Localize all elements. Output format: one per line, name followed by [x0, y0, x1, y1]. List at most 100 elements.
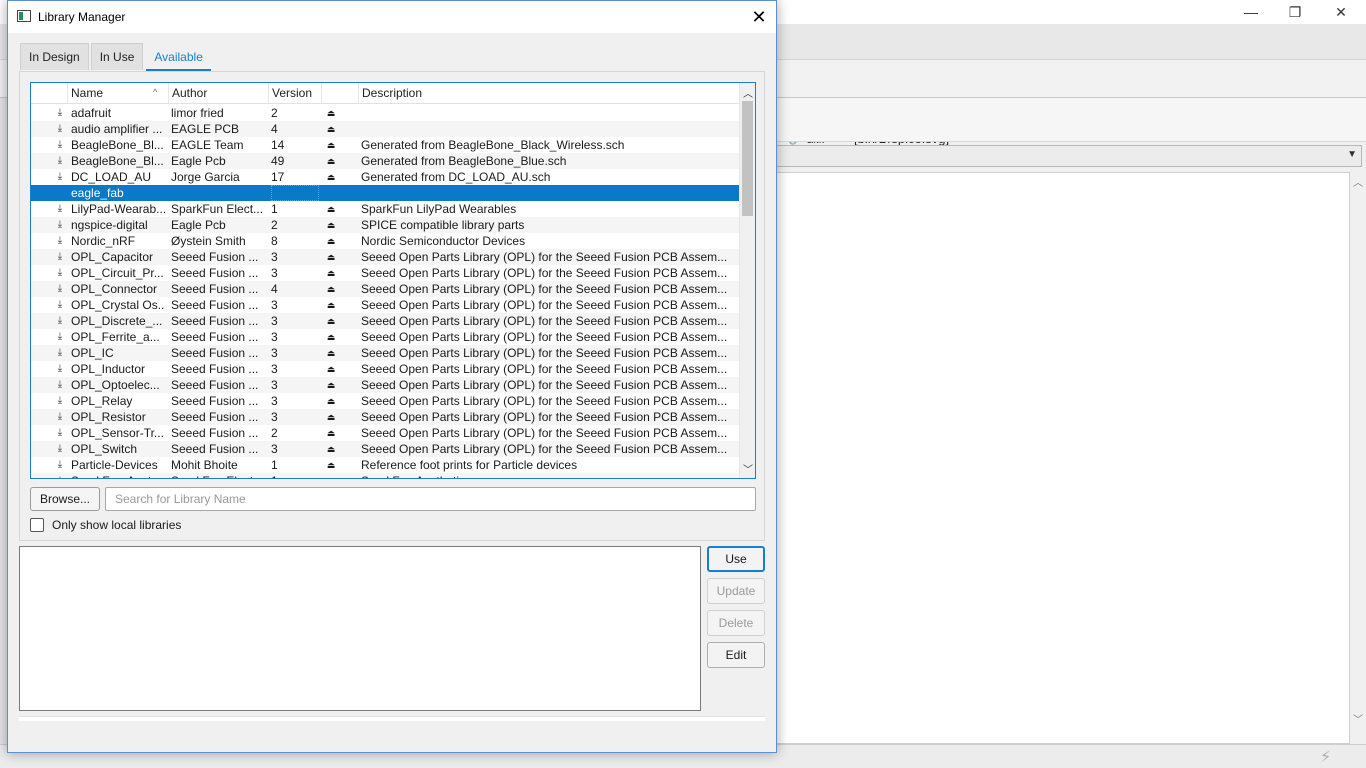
only-local-checkbox[interactable] — [30, 518, 44, 532]
table-row[interactable]: ⤓ ngspice-digital Eagle Pcb 2 ⏏ SPICE compati… — [31, 217, 739, 233]
table-row[interactable]: ⤓ LilyPad-Wearab... SparkFun Elect... 1 ⏏ Spa… — [31, 201, 739, 217]
search-input[interactable] — [105, 487, 756, 511]
scrollbar-thumb[interactable] — [742, 101, 753, 216]
main-vertical-scrollbar[interactable]: ︿ ﹀ — [1350, 172, 1366, 744]
cell-description: SparkFun LilyPad Wearables — [361, 202, 517, 216]
table-row[interactable]: ⤓ OPL_Crystal Os... Seeed Fusion ... 3 ⏏ Seee… — [31, 297, 739, 313]
table-row[interactable]: ⤓ OPL_Inductor Seeed Fusion ... 3 ⏏ Seeed Ope… — [31, 361, 739, 377]
cell-author: Eagle Pcb — [171, 218, 226, 232]
browse-button[interactable]: Browse... — [30, 487, 100, 511]
cell-name: OPL_Switch — [71, 442, 138, 456]
table-row[interactable]: ⤓ BeagleBone_Bl... EAGLE Team 14 ⏏ Generated … — [31, 137, 739, 153]
cell-author: SparkFun Elect... — [171, 473, 266, 478]
column-header-author[interactable]: Author — [168, 83, 268, 104]
table-row[interactable]: ⤓ OPL_Resistor Seeed Fusion ... 3 ⏏ Seeed Ope… — [31, 409, 739, 425]
scroll-up-icon[interactable]: ︿ — [743, 85, 753, 100]
table-row[interactable]: ⤓ OPL_Sensor-Tr... Seeed Fusion ... 2 ⏏ Seeed… — [31, 425, 739, 441]
lightning-icon[interactable]: ⚡ — [1320, 747, 1331, 767]
cell-description: Nordic Semiconductor Devices — [361, 234, 526, 248]
tab-in-design[interactable]: In Design — [20, 43, 89, 70]
sort-ascending-icon: ^ — [153, 87, 158, 97]
scroll-up-icon[interactable]: ︿ — [1353, 174, 1363, 189]
cell-author: Mohit Bhoite — [171, 458, 238, 472]
library-status-icon: ⏏ — [326, 252, 336, 262]
cell-version: 4 — [271, 282, 278, 296]
table-row[interactable]: ⤓ DC_LOAD_AU Jorge Garcia 17 ⏏ Generated from… — [31, 169, 739, 185]
table-row[interactable]: ⤓ OPL_Ferrite_a... Seeed Fusion ... 3 ⏏ Seeed… — [31, 329, 739, 345]
table-row[interactable]: ⤓ OPL_IC Seeed Fusion ... 3 ⏏ Seeed Open Part… — [31, 345, 739, 361]
table-header: Name ^ Author Version Description — [31, 83, 739, 104]
edit-button[interactable]: Edit — [707, 642, 765, 668]
download-icon: ⤓ — [57, 379, 63, 390]
column-header-name[interactable]: Name ^ — [67, 83, 168, 104]
library-description-area[interactable] — [19, 546, 701, 711]
download-icon: ⤓ — [57, 171, 63, 182]
cell-description — [361, 185, 731, 201]
update-button[interactable]: Update — [707, 578, 765, 604]
table-row[interactable]: ⤓ audio amplifier ... EAGLE PCB 4 ⏏ — [31, 121, 739, 137]
tab-available[interactable]: Available — [145, 43, 212, 71]
restore-icon[interactable]: ❐ — [1272, 0, 1318, 24]
cell-author: Jorge Garcia — [171, 170, 240, 184]
download-icon: ⤓ — [57, 123, 63, 134]
delete-button[interactable]: Delete — [707, 610, 765, 636]
close-icon[interactable]: ✕ — [1318, 0, 1364, 24]
cell-version: 3 — [271, 362, 278, 376]
cell-author: Seeed Fusion ... — [171, 298, 259, 312]
download-icon: ⤓ — [57, 235, 63, 246]
cell-description: Seeed Open Parts Library (OPL) for the S… — [361, 346, 728, 360]
column-header-download[interactable] — [31, 83, 67, 104]
cell-author: Seeed Fusion ... — [171, 378, 259, 392]
cell-name: OPL_Inductor — [71, 362, 146, 376]
close-icon[interactable]: ✕ — [742, 1, 776, 33]
table-row[interactable]: ⤓ adafruit limor fried 2 ⏏ — [31, 105, 739, 121]
cell-author: Seeed Fusion ... — [171, 314, 259, 328]
column-name-label: Name — [71, 86, 104, 100]
table-row[interactable]: eagle_fab — [31, 185, 739, 201]
use-button[interactable]: Use — [707, 546, 765, 572]
cell-author: Øystein Smith — [171, 234, 246, 248]
scroll-down-icon[interactable]: ﹀ — [743, 461, 753, 476]
table-row[interactable]: ⤓ SparkFun-Aest... SparkFun Elect... 1 ⏏ Spar… — [31, 473, 739, 478]
table-row[interactable]: ⤓ OPL_Relay Seeed Fusion ... 3 ⏏ Seeed Open P… — [31, 393, 739, 409]
table-row[interactable]: ⤓ OPL_Switch Seeed Fusion ... 3 ⏏ Seeed Open … — [31, 441, 739, 457]
table-row[interactable]: ⤓ Particle-Devices Mohit Bhoite 1 ⏏ Reference… — [31, 457, 739, 473]
library-table[interactable]: Name ^ Author Version Description ⤓ adafr… — [30, 82, 756, 479]
minimize-icon[interactable]: — — [1228, 0, 1274, 24]
cell-author: Seeed Fusion ... — [171, 362, 259, 376]
column-header-description[interactable]: Description — [358, 83, 739, 104]
main-canvas[interactable] — [776, 172, 1350, 744]
library-status-icon: ⏏ — [326, 284, 336, 294]
table-row[interactable]: ⤓ OPL_Discrete_... Seeed Fusion ... 3 ⏏ Seeed… — [31, 313, 739, 329]
cell-author: SparkFun Elect... — [171, 202, 264, 216]
cell-name: BeagleBone_Bl... — [71, 138, 164, 152]
table-row[interactable]: ⤓ OPL_Circuit_Pr... Seeed Fusion ... 3 ⏏ Seee… — [31, 265, 739, 281]
cell-name: Nordic_nRF — [71, 234, 136, 248]
table-row[interactable]: ⤓ BeagleBone_Bl... Eagle Pcb 49 ⏏ Generated f… — [31, 153, 739, 169]
column-header-status[interactable] — [321, 83, 358, 104]
cell-name: OPL_Crystal Os... — [71, 298, 165, 312]
cell-version: 1 — [271, 202, 278, 216]
cell-description: Seeed Open Parts Library (OPL) for the S… — [361, 266, 728, 280]
cell-description: Seeed Open Parts Library (OPL) for the S… — [361, 378, 728, 392]
cell-name: OPL_IC — [71, 346, 114, 360]
library-status-icon: ⏏ — [326, 156, 336, 166]
table-vertical-scrollbar[interactable]: ︿ ﹀ — [739, 83, 755, 478]
download-icon: ⤓ — [57, 315, 63, 326]
cell-description: Seeed Open Parts Library (OPL) for the S… — [361, 394, 728, 408]
main-combo-box[interactable]: ▼ — [776, 145, 1362, 167]
column-header-version[interactable]: Version — [268, 83, 321, 104]
cell-name: OPL_Ferrite_a... — [71, 330, 160, 344]
scroll-down-icon[interactable]: ﹀ — [1353, 711, 1363, 726]
cell-name: Particle-Devices — [71, 458, 158, 472]
table-row[interactable]: ⤓ OPL_Optoelec... Seeed Fusion ... 3 ⏏ Seeed … — [31, 377, 739, 393]
table-row[interactable]: ⤓ OPL_Capacitor Seeed Fusion ... 3 ⏏ Seeed Op… — [31, 249, 739, 265]
table-row[interactable]: ⤓ OPL_Connector Seeed Fusion ... 4 ⏏ Seeed Op… — [31, 281, 739, 297]
cell-name: LilyPad-Wearab... — [71, 202, 165, 216]
cell-description: Seeed Open Parts Library (OPL) for the S… — [361, 314, 728, 328]
table-row[interactable]: ⤓ Nordic_nRF Øystein Smith 8 ⏏ Nordic Semicon… — [31, 233, 739, 249]
cell-name: OPL_Capacitor — [71, 250, 154, 264]
only-local-checkbox-row[interactable]: Only show local libraries — [30, 518, 181, 532]
cell-author — [171, 185, 266, 201]
tab-in-use[interactable]: In Use — [90, 43, 144, 70]
